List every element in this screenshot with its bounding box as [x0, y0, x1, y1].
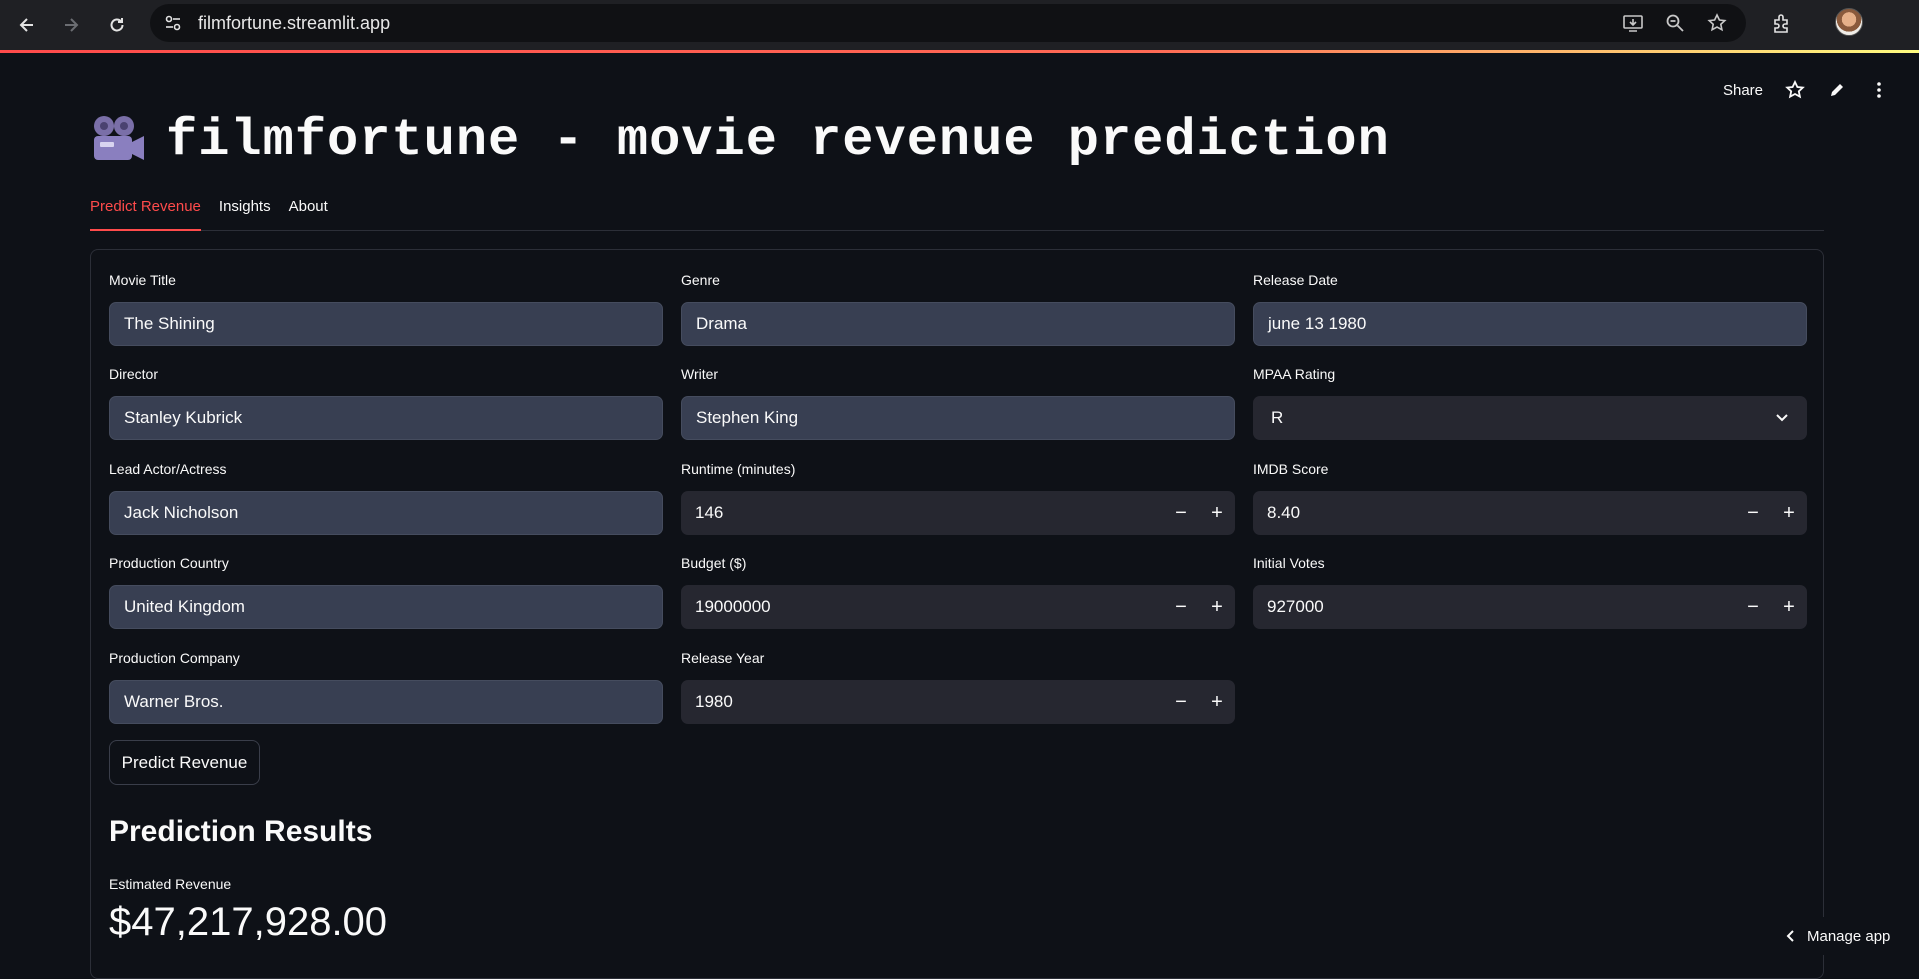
predict-revenue-button[interactable]: Predict Revenue	[109, 740, 260, 785]
increment-button[interactable]: +	[1199, 680, 1235, 724]
writer-input[interactable]: Stephen King	[681, 396, 1235, 440]
mpaa-rating-field: MPAA Rating R	[1253, 366, 1807, 440]
genre-field: Genre Drama	[681, 272, 1235, 346]
budget-input[interactable]: 19000000	[681, 597, 1163, 617]
site-info-icon[interactable]	[162, 12, 184, 34]
chevron-down-icon	[1776, 414, 1788, 422]
field-label: Production Country	[109, 555, 229, 571]
field-label: Lead Actor/Actress	[109, 461, 227, 477]
release-date-input[interactable]: june 13 1980	[1253, 302, 1807, 346]
reload-button[interactable]	[102, 10, 132, 40]
production-country-input[interactable]: United Kingdom	[109, 585, 663, 629]
production-company-input[interactable]: Warner Bros.	[109, 680, 663, 724]
increment-button[interactable]: +	[1199, 585, 1235, 629]
budget-stepper: 19000000 − +	[681, 585, 1235, 629]
profile-avatar[interactable]	[1835, 8, 1863, 36]
movie-title-input[interactable]: The Shining	[109, 302, 663, 346]
release-year-input[interactable]: 1980	[681, 692, 1163, 712]
page-title-row: filmfortune - movie revenue prediction	[90, 110, 1390, 170]
mpaa-rating-value: R	[1271, 408, 1284, 427]
genre-input[interactable]: Drama	[681, 302, 1235, 346]
arrow-left-icon	[19, 18, 33, 32]
release-date-field: Release Date june 13 1980	[1253, 272, 1807, 346]
field-label: Writer	[681, 366, 719, 382]
tab-insights[interactable]: Insights	[219, 190, 271, 231]
field-label: Director	[109, 366, 159, 382]
address-bar[interactable]: filmfortune.streamlit.app	[150, 4, 1746, 42]
tab-about[interactable]: About	[289, 190, 328, 231]
zoom-icon[interactable]	[1664, 12, 1686, 34]
more-menu-icon[interactable]	[1869, 80, 1889, 100]
decrement-button[interactable]: −	[1163, 680, 1199, 724]
results-heading: Prediction Results	[109, 815, 373, 848]
field-label: MPAA Rating	[1253, 366, 1336, 382]
page-title: filmfortune - movie revenue prediction	[166, 110, 1390, 170]
share-button[interactable]: Share	[1723, 82, 1763, 99]
url-text[interactable]: filmfortune.streamlit.app	[198, 13, 390, 34]
initial-votes-input[interactable]: 927000	[1253, 597, 1735, 617]
imdb-score-input[interactable]: 8.40	[1253, 503, 1735, 523]
browser-toolbar: filmfortune.streamlit.app	[0, 0, 1919, 50]
decrement-button[interactable]: −	[1163, 585, 1199, 629]
decrement-button[interactable]: −	[1163, 491, 1199, 535]
prediction-form: Movie Title The Shining Genre Drama Rele…	[90, 249, 1824, 979]
initial-votes-stepper: 927000 − +	[1253, 585, 1807, 629]
app-header-actions: Share	[1723, 80, 1889, 100]
lead-actor-field: Lead Actor/Actress Jack Nicholson	[109, 461, 663, 535]
app-decoration-bar	[0, 50, 1919, 53]
movie-title-field: Movie Title The Shining	[109, 272, 663, 346]
budget-field: Budget ($) 19000000 − +	[681, 555, 1235, 629]
field-label: Initial Votes	[1253, 555, 1325, 571]
imdb-score-field: IMDB Score 8.40 − +	[1253, 461, 1807, 535]
metric-value: $47,217,928.00	[109, 900, 388, 944]
production-country-field: Production Country United Kingdom	[109, 555, 663, 629]
release-year-stepper: 1980 − +	[681, 680, 1235, 724]
director-input[interactable]: Stanley Kubrick	[109, 396, 663, 440]
field-label: IMDB Score	[1253, 461, 1329, 477]
star-icon[interactable]	[1785, 80, 1805, 100]
runtime-stepper: 146 − +	[681, 491, 1235, 535]
increment-button[interactable]: +	[1771, 491, 1807, 535]
field-label: Genre	[681, 272, 720, 288]
mpaa-rating-select[interactable]: R	[1253, 396, 1807, 440]
install-app-icon[interactable]	[1622, 12, 1644, 34]
back-button[interactable]	[12, 10, 42, 40]
field-label: Release Year	[681, 650, 765, 666]
field-label: Runtime (minutes)	[681, 461, 796, 477]
writer-field: Writer Stephen King	[681, 366, 1235, 440]
lead-actor-input[interactable]: Jack Nicholson	[109, 491, 663, 535]
field-label: Movie Title	[109, 272, 176, 288]
bookmark-star-icon[interactable]	[1706, 12, 1728, 34]
movie-camera-icon	[90, 114, 146, 166]
field-label: Production Company	[109, 650, 240, 666]
initial-votes-field: Initial Votes 927000 − +	[1253, 555, 1807, 629]
metric-label: Estimated Revenue	[109, 876, 232, 892]
field-label: Release Date	[1253, 272, 1338, 288]
reload-icon	[110, 18, 124, 32]
manage-app-label: Manage app	[1807, 927, 1891, 945]
increment-button[interactable]: +	[1771, 585, 1807, 629]
tab-bar: Predict Revenue Insights About	[90, 190, 1824, 231]
manage-app-button[interactable]: Manage app	[1769, 917, 1919, 955]
edit-pencil-icon[interactable]	[1827, 80, 1847, 100]
decrement-button[interactable]: −	[1735, 585, 1771, 629]
extensions-icon[interactable]	[1768, 10, 1796, 38]
director-field: Director Stanley Kubrick	[109, 366, 663, 440]
chevron-left-icon	[1786, 930, 1794, 942]
forward-button[interactable]	[56, 10, 86, 40]
runtime-field: Runtime (minutes) 146 − +	[681, 461, 1235, 535]
increment-button[interactable]: +	[1199, 491, 1235, 535]
imdb-score-stepper: 8.40 − +	[1253, 491, 1807, 535]
production-company-field: Production Company Warner Bros.	[109, 650, 663, 724]
release-year-field: Release Year 1980 − +	[681, 650, 1235, 724]
tab-predict-revenue[interactable]: Predict Revenue	[90, 190, 201, 231]
runtime-input[interactable]: 146	[681, 503, 1163, 523]
decrement-button[interactable]: −	[1735, 491, 1771, 535]
field-label: Budget ($)	[681, 555, 747, 571]
arrow-right-icon	[65, 18, 79, 32]
